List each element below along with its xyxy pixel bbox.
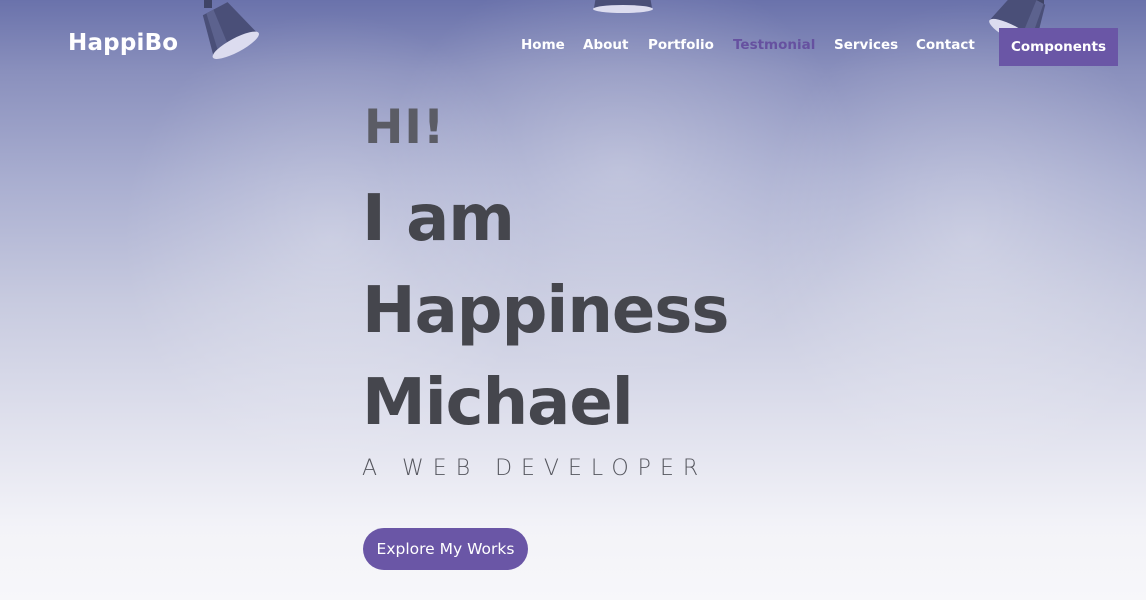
spotlight-lamp-icon (202, 0, 259, 59)
nav-item-about[interactable]: About (583, 37, 628, 53)
components-button[interactable]: Components (999, 28, 1118, 66)
spotlight-lamp-icon (593, 0, 653, 13)
explore-works-button[interactable]: Explore My Works (363, 528, 528, 570)
nav-item-portfolio[interactable]: Portfolio (648, 37, 714, 53)
hero-role: A WEB DEVELOPER (362, 456, 708, 481)
nav-item-home[interactable]: Home (521, 37, 565, 53)
hero-name-line: I am (362, 182, 515, 256)
nav-item-testmonial[interactable]: Testmonial (733, 37, 815, 53)
hero-greeting: HI! (364, 100, 446, 155)
spotlight-glow-right (760, 0, 1146, 480)
nav-item-services[interactable]: Services (834, 37, 898, 53)
hero-name-line: Michael (362, 366, 634, 440)
brand-logo[interactable]: HappiBo (68, 30, 178, 56)
nav-item-contact[interactable]: Contact (916, 37, 975, 53)
hero-name-line: Happiness (362, 274, 729, 348)
